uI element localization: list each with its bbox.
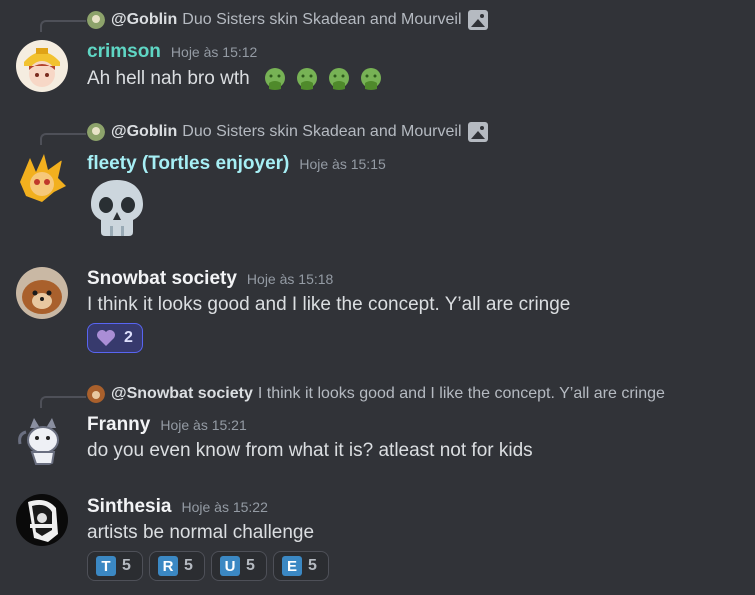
skull-emoji-icon[interactable] bbox=[89, 178, 145, 238]
purple-heart-icon bbox=[97, 330, 115, 346]
reply-connector bbox=[40, 396, 86, 408]
reaction-count: 5 bbox=[184, 557, 193, 574]
image-icon bbox=[467, 10, 488, 30]
avatar[interactable] bbox=[16, 40, 68, 92]
reaction-purple-heart[interactable]: 2 bbox=[87, 323, 143, 353]
reply-author[interactable]: @Goblin bbox=[111, 123, 177, 141]
nauseated-face-emoji-icon[interactable] bbox=[359, 67, 383, 91]
message-header: crimson Hoje às 15:12 bbox=[87, 41, 257, 63]
message-header: Snowbat society Hoje às 15:18 bbox=[87, 268, 333, 290]
regional-indicator-u-icon: U bbox=[220, 556, 240, 576]
reply-text: I think it looks good and I like the con… bbox=[257, 385, 665, 402]
reaction-count: 5 bbox=[308, 557, 317, 574]
username[interactable]: Sinthesia bbox=[87, 496, 171, 518]
message-text: do you even know from what it is? atleas… bbox=[87, 440, 533, 461]
message-text: Ah hell nah bro wth bbox=[87, 68, 250, 90]
avatar[interactable] bbox=[16, 152, 68, 204]
timestamp[interactable]: Hoje às 15:15 bbox=[299, 156, 385, 172]
reply-connector bbox=[40, 20, 86, 32]
timestamp[interactable]: Hoje às 15:12 bbox=[171, 44, 257, 60]
message-header: Sinthesia Hoje às 15:22 bbox=[87, 496, 268, 518]
avatar[interactable] bbox=[16, 494, 68, 546]
reply-avatar bbox=[87, 123, 105, 141]
timestamp[interactable]: Hoje às 15:18 bbox=[247, 271, 333, 287]
reply-connector bbox=[40, 133, 86, 145]
reaction-regional-e[interactable]: E 5 bbox=[273, 551, 329, 581]
regional-indicator-t-icon: T bbox=[96, 556, 116, 576]
nauseated-face-emoji-icon[interactable] bbox=[327, 67, 351, 91]
timestamp[interactable]: Hoje às 15:21 bbox=[160, 417, 246, 433]
reaction-regional-t[interactable]: T 5 bbox=[87, 551, 143, 581]
reaction-count: 2 bbox=[124, 329, 133, 346]
nauseated-face-emoji-icon[interactable] bbox=[263, 67, 287, 91]
regional-indicator-r-icon: R bbox=[158, 556, 178, 576]
reply-preview[interactable]: @Goblin Duo Sisters skin Skadean and Mou… bbox=[87, 9, 488, 31]
username[interactable]: crimson bbox=[87, 41, 161, 63]
reaction-count: 5 bbox=[246, 557, 255, 574]
message-header: fleety (Tortles enjoyer) Hoje às 15:15 bbox=[87, 153, 386, 175]
image-icon bbox=[467, 122, 488, 142]
reply-author[interactable]: @Snowbat society bbox=[111, 385, 253, 403]
reply-preview[interactable]: @Snowbat society I think it looks good a… bbox=[87, 383, 665, 405]
username[interactable]: fleety (Tortles enjoyer) bbox=[87, 153, 289, 175]
message-header: Franny Hoje às 15:21 bbox=[87, 414, 247, 436]
reply-text: Duo Sisters skin Skadean and Mourveil bbox=[182, 11, 462, 28]
avatar[interactable] bbox=[16, 414, 68, 466]
username[interactable]: Snowbat society bbox=[87, 268, 237, 290]
avatar[interactable] bbox=[16, 267, 68, 319]
reaction-regional-r[interactable]: R 5 bbox=[149, 551, 205, 581]
message-text: artists be normal challenge bbox=[87, 522, 315, 543]
reply-text: Duo Sisters skin Skadean and Mourveil bbox=[182, 123, 462, 140]
message-content: Ah hell nah bro wth bbox=[87, 67, 383, 91]
reply-author[interactable]: @Goblin bbox=[111, 11, 177, 29]
nauseated-face-emoji-icon[interactable] bbox=[295, 67, 319, 91]
reaction-regional-u[interactable]: U 5 bbox=[211, 551, 267, 581]
regional-indicator-e-icon: E bbox=[282, 556, 302, 576]
timestamp[interactable]: Hoje às 15:22 bbox=[181, 499, 267, 515]
reply-avatar bbox=[87, 11, 105, 29]
reply-preview[interactable]: @Goblin Duo Sisters skin Skadean and Mou… bbox=[87, 121, 488, 143]
username[interactable]: Franny bbox=[87, 414, 150, 436]
message-text: I think it looks good and I like the con… bbox=[87, 294, 571, 315]
reaction-count: 5 bbox=[122, 557, 131, 574]
reply-avatar bbox=[87, 385, 105, 403]
